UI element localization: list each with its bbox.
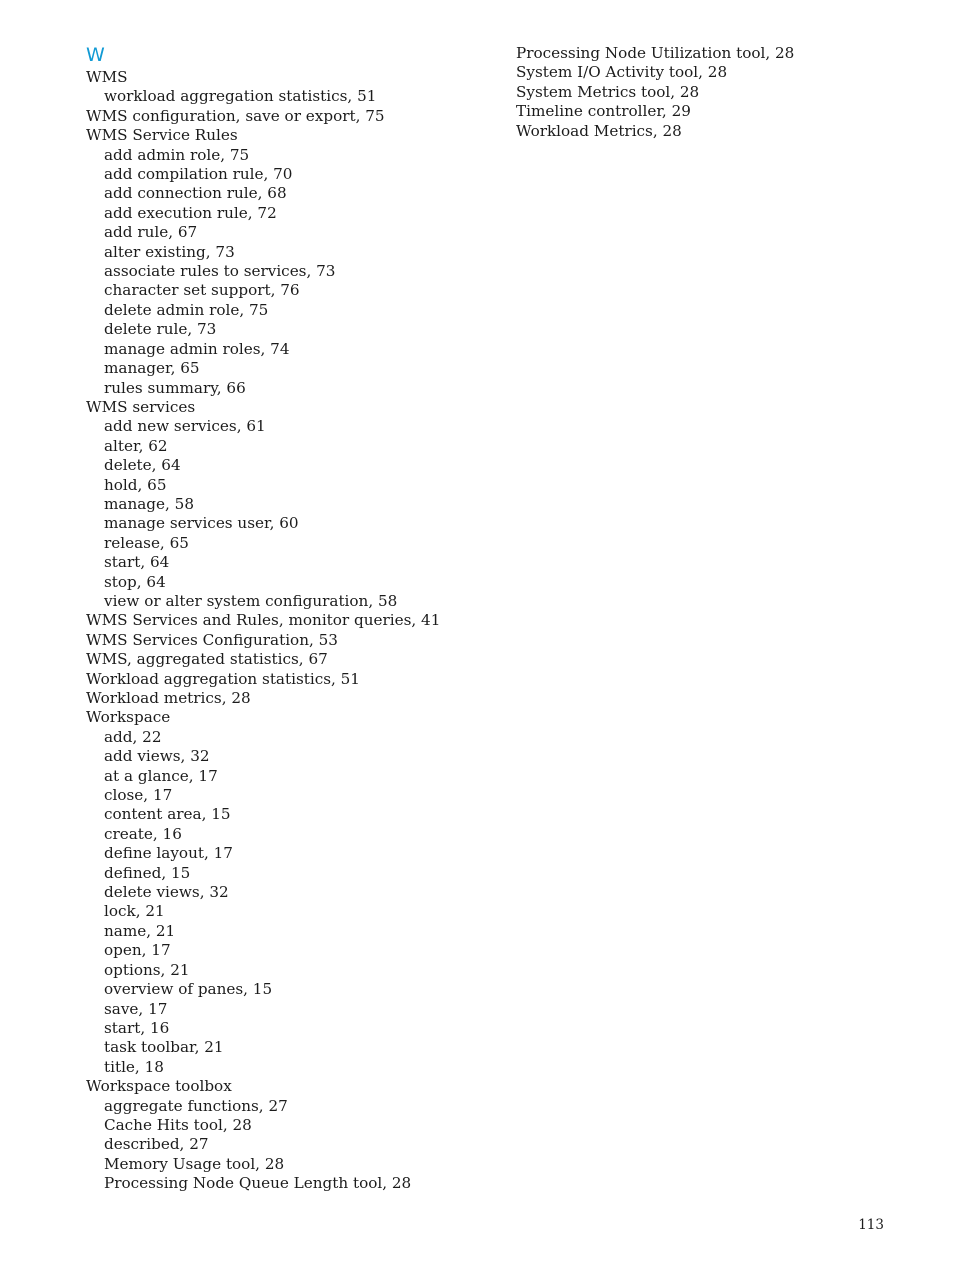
- index-entry-main: WMS services: [86, 397, 196, 416]
- index-entry-sub: Cache Hits tool, 28: [104, 1115, 252, 1134]
- index-entry-main: WMS, aggregated statistics, 67: [86, 650, 328, 669]
- index-entry-sub: add execution rule, 72: [104, 203, 277, 222]
- page-number: 113: [858, 1217, 884, 1233]
- index-entry-sub: start, 16: [104, 1018, 170, 1037]
- index-entry-sub: described, 27: [104, 1135, 209, 1154]
- index-entry-list-left: WMS workload aggregation statistics, 51 WM…: [86, 68, 486, 1194]
- index-entry-sub: character set support, 76: [104, 281, 300, 300]
- index-entry-sub: title, 18: [104, 1057, 164, 1076]
- index-entry-sub: hold, 65: [104, 475, 167, 494]
- index-entry-sub: manage services user, 60: [104, 514, 299, 533]
- index-column-left: W WMS workload aggregation statistics, 51…: [86, 44, 486, 1194]
- index-entry-list-right: Processing Node Utilization tool, 28 Syst…: [516, 44, 916, 141]
- index-entry-sub: release, 65: [104, 533, 189, 552]
- index-entry-main: Workload metrics, 28: [86, 689, 251, 707]
- index-entry-sub: define layout, 17: [104, 844, 233, 863]
- index-entry-sub: add views, 32: [104, 747, 210, 766]
- index-entry-main: System I/O Activity tool, 28: [516, 63, 728, 82]
- index-entry-sub: aggregate functions, 27: [104, 1096, 288, 1115]
- index-entry-sub: task toolbar, 21: [104, 1038, 224, 1057]
- index-entry-sub: add admin role, 75: [104, 145, 250, 164]
- index-entry-sub: name, 21: [104, 921, 176, 940]
- index-entry-sub: start, 64: [104, 553, 170, 572]
- index-page: W WMS workload aggregation statistics, 51…: [0, 0, 954, 1271]
- index-entry-sub: manager, 65: [104, 359, 200, 378]
- index-entry-main: Timeline controller, 29: [516, 102, 691, 121]
- index-entry-sub: stop, 64: [104, 572, 166, 591]
- index-entry-sub: add compilation rule, 70: [104, 165, 293, 184]
- index-entry-sub: save, 17: [104, 999, 168, 1018]
- index-entry-sub: alter, 62: [104, 436, 168, 455]
- index-entry-sub: add rule, 67: [104, 223, 198, 242]
- index-entry-sub: alter existing, 73: [104, 242, 235, 261]
- index-entry-sub: manage, 58: [104, 494, 194, 513]
- index-entry-sub: delete admin role, 75: [104, 300, 269, 319]
- index-entry-main: WMS configuration, save or export, 75: [86, 106, 385, 125]
- index-entry-main: WMS Services and Rules, monitor queries,…: [86, 611, 441, 630]
- index-entry-sub: manage admin roles, 74: [104, 339, 290, 358]
- index-entry-sub: view or alter system configuration, 58: [104, 591, 398, 610]
- index-entry-main: WMS Service Rules: [86, 126, 238, 145]
- index-entry-sub: close, 17: [104, 786, 173, 805]
- index-entry-sub: create, 16: [104, 824, 182, 843]
- index-entry-sub: rules summary, 66: [104, 378, 246, 397]
- index-entry-main: Workspace toolbox: [86, 1077, 232, 1096]
- index-entry-sub: workload aggregation statistics, 51: [104, 87, 377, 106]
- index-entry-sub: delete, 64: [104, 456, 181, 475]
- section-letter-heading: W: [86, 44, 106, 66]
- index-column-right: Processing Node Utilization tool, 28 Syst…: [516, 44, 916, 141]
- index-entry-sub: add connection rule, 68: [104, 184, 287, 203]
- index-entry-sub: options, 21: [104, 960, 190, 979]
- index-entry-sub: associate rules to services, 73: [104, 262, 336, 281]
- index-entry-main: Workload Metrics, 28: [516, 121, 682, 140]
- index-entry-sub: at a glance, 17: [104, 766, 218, 785]
- index-entry-main: System Metrics tool, 28: [516, 82, 700, 101]
- index-entry-sub: add, 22: [104, 727, 162, 746]
- index-entry-sub: Processing Node Queue Length tool, 28: [104, 1174, 412, 1193]
- index-entry-main: WMS Services Configuration, 53: [86, 630, 338, 649]
- index-entry-main: WMS: [86, 68, 128, 86]
- index-entry-main: Workload aggregation statistics, 51: [86, 669, 360, 688]
- index-entry-sub: delete views, 32: [104, 883, 229, 902]
- index-entry-sub: delete rule, 73: [104, 320, 217, 339]
- index-entry-main: Workspace: [86, 708, 171, 727]
- index-entry-sub: content area, 15: [104, 805, 231, 824]
- index-entry-sub: open, 17: [104, 941, 171, 960]
- index-entry-sub: Memory Usage tool, 28: [104, 1154, 285, 1173]
- index-entry-main: Processing Node Utilization tool, 28: [516, 44, 795, 62]
- index-entry-sub: add new services, 61: [104, 417, 266, 436]
- index-columns: W WMS workload aggregation statistics, 51…: [0, 0, 954, 1271]
- index-entry-sub: lock, 21: [104, 902, 165, 921]
- index-entry-sub: overview of panes, 15: [104, 980, 273, 999]
- index-entry-sub: defined, 15: [104, 863, 191, 882]
